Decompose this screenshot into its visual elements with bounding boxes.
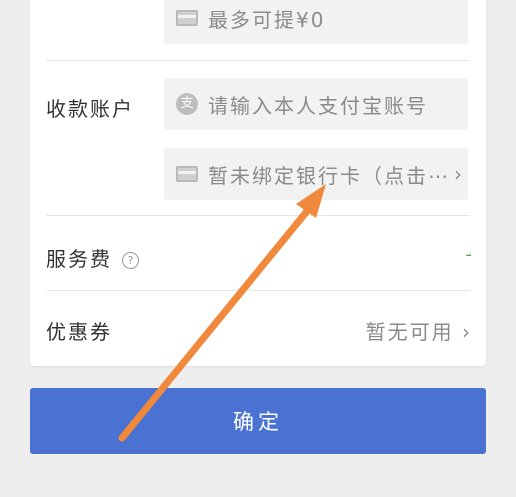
card-icon <box>174 5 200 31</box>
divider <box>46 60 470 61</box>
withdraw-form-card: 最多可提¥0 收款账户 支 请输入本人支付宝账号 暂未绑定银行卡（点击⋯ › 服… <box>30 0 486 366</box>
coupon-label: 优惠券 <box>46 320 112 344</box>
max-withdraw-field[interactable]: 最多可提¥0 <box>164 0 468 44</box>
bank-card-selector[interactable]: 暂未绑定银行卡（点击⋯ › <box>164 148 468 200</box>
confirm-button[interactable]: 确定 <box>30 388 486 454</box>
max-withdraw-text: 最多可提¥0 <box>208 7 326 32</box>
service-fee-value: - <box>465 244 473 265</box>
chevron-right-icon: › <box>453 320 472 344</box>
coupon-selector[interactable]: 暂无可用 › <box>366 316 472 345</box>
bank-card-hint: 暂未绑定银行卡（点击⋯ <box>208 163 450 188</box>
alipay-icon: 支 <box>174 91 200 117</box>
divider <box>46 290 470 291</box>
account-label: 收款账户 <box>46 97 134 121</box>
alipay-account-input[interactable]: 支 请输入本人支付宝账号 <box>164 78 468 130</box>
chevron-right-icon: › <box>454 162 464 186</box>
service-fee-label: 服务费? <box>46 243 139 272</box>
divider <box>46 215 470 216</box>
alipay-placeholder: 请输入本人支付宝账号 <box>208 93 428 118</box>
card-icon <box>174 161 200 187</box>
help-icon[interactable]: ? <box>122 252 139 269</box>
